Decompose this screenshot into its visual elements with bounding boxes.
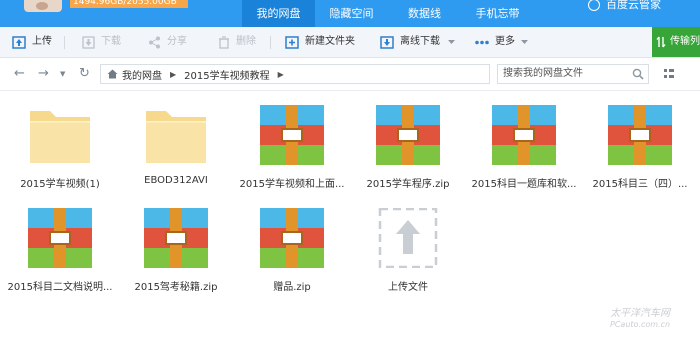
back-arrow-icon[interactable]: ← (14, 58, 25, 90)
storage-quota: 1494.96GB/2055.00GB (70, 0, 188, 8)
archive-icon (376, 105, 440, 165)
file-item[interactable]: EBOD312AVI (118, 90, 234, 186)
archive-icon (260, 208, 324, 268)
offline-download-button[interactable]: 离线下载 (380, 27, 461, 57)
upload-file-tile[interactable]: 上传文件 (350, 193, 466, 293)
address-bar: ← → ▼ ↻ 我的网盘 ▶ 2015学车视频教程 ▶ 搜索我的网盘文件 (0, 58, 700, 91)
trash-icon (219, 35, 229, 49)
main-nav: 我的网盘 隐藏空间 数据线 手机忘带 (242, 0, 534, 27)
home-icon (107, 69, 118, 79)
chevron-down-icon (521, 39, 528, 44)
file-item[interactable]: 2015学车视频和上面... (234, 90, 350, 190)
transfer-list-button[interactable]: 传输列 (652, 27, 700, 57)
file-grid: 2015学车视频(1) EBOD312AVI 2015学车视频和上面... 20… (0, 90, 700, 339)
archive-icon (492, 105, 556, 165)
new-folder-button[interactable]: 新建文件夹 (285, 27, 355, 57)
transfer-icon (656, 36, 666, 48)
file-item[interactable]: 赠品.zip (234, 193, 350, 293)
download-button[interactable]: 下载 (82, 27, 121, 57)
breadcrumb: 我的网盘 ▶ 2015学车视频教程 ▶ (100, 64, 490, 84)
history-dropdown-icon[interactable]: ▼ (60, 58, 65, 90)
nav-phone-forgot[interactable]: 手机忘带 (461, 0, 534, 27)
delete-button[interactable]: 删除 (218, 27, 256, 57)
search-icon[interactable] (632, 68, 644, 80)
divider (270, 36, 271, 49)
settings-icon[interactable] (588, 0, 600, 11)
offline-download-icon (380, 35, 394, 49)
refresh-icon[interactable]: ↻ (79, 58, 90, 90)
share-icon (149, 36, 160, 48)
nav-data-cable[interactable]: 数据线 (388, 0, 461, 27)
toolbar: 上传 下载 分享 删除 新建文件夹 离线下载 更多 传输列 (0, 27, 700, 58)
list-view-icon[interactable] (664, 69, 674, 79)
folder-icon (146, 111, 206, 163)
nav-my-disk[interactable]: 我的网盘 (242, 0, 315, 27)
file-item[interactable]: 2015学车视频(1) (2, 90, 118, 190)
more-dots-icon (475, 40, 489, 44)
folder-icon (30, 111, 90, 163)
file-item[interactable]: 2015学车程序.zip (350, 90, 466, 190)
download-icon (82, 35, 95, 49)
search-input[interactable]: 搜索我的网盘文件 (497, 64, 649, 84)
chevron-right-icon: ▶ (277, 69, 284, 79)
archive-icon (608, 105, 672, 165)
file-item[interactable]: 2015科目三（四）... (582, 90, 698, 190)
forward-arrow-icon[interactable]: → (38, 58, 49, 90)
avatar[interactable] (24, 0, 62, 12)
upload-button[interactable]: 上传 (12, 27, 52, 57)
watermark: 太平洋汽车网 PCauto.com.cn (610, 308, 671, 329)
app-brand: 百度云管家 (588, 0, 661, 12)
archive-icon (28, 208, 92, 268)
archive-icon (144, 208, 208, 268)
new-folder-icon (285, 35, 299, 49)
divider (64, 36, 65, 49)
file-item[interactable]: 2015科目一题库和软... (466, 90, 582, 190)
top-header: 1494.96GB/2055.00GB 我的网盘 隐藏空间 数据线 手机忘带 百… (0, 0, 700, 27)
chevron-down-icon (448, 39, 455, 44)
nav-hidden-space[interactable]: 隐藏空间 (315, 0, 388, 27)
archive-icon (260, 105, 324, 165)
file-item[interactable]: 2015驾考秘籍.zip (118, 193, 234, 293)
share-button[interactable]: 分享 (148, 27, 187, 57)
upload-arrow-icon (378, 208, 438, 268)
file-item[interactable]: 2015科目二文档说明... (2, 193, 118, 293)
breadcrumb-my-disk[interactable]: 我的网盘 (122, 67, 162, 82)
upload-icon (12, 35, 26, 49)
breadcrumb-current-folder[interactable]: 2015学车视频教程 (184, 67, 269, 82)
more-button[interactable]: 更多 (475, 27, 534, 57)
chevron-right-icon: ▶ (170, 69, 177, 79)
view-toggle[interactable] (664, 69, 674, 82)
